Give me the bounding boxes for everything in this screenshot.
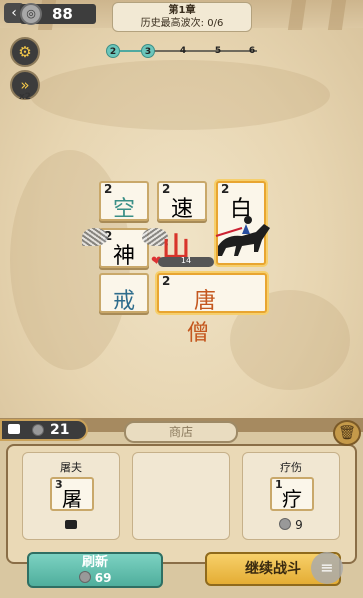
refresh-cost: 69: [29, 571, 161, 585]
ad-coin-counter[interactable]: 21: [0, 419, 88, 441]
slot-name: 屠夫: [60, 461, 82, 474]
shop-tab: 商店: [124, 421, 238, 443]
wave-node: 6: [248, 46, 256, 56]
speed-label: x2: [19, 92, 32, 102]
health-bar: 14: [158, 256, 214, 267]
coin-counter: ◎ 88: [20, 3, 96, 25]
ad-coin-value: 21: [50, 422, 70, 438]
coin-icon: ◎: [20, 3, 42, 25]
coin-value: 88: [52, 5, 73, 23]
wave-progress: 2 3 4 5 6: [105, 44, 265, 58]
wave-node: 3: [141, 44, 155, 58]
horse-rider-icon: [215, 216, 270, 256]
best-wave-text: 历史最高波次: 0/6: [140, 18, 224, 29]
shop-slot[interactable]: 疗伤 1 疗 9: [242, 452, 340, 540]
trash-icon[interactable]: 🗑: [333, 420, 361, 446]
wave-node: 4: [179, 46, 187, 56]
settings-gear-icon[interactable]: ⚙: [10, 37, 40, 67]
shop-slot[interactable]: 屠夫 3 屠: [22, 452, 120, 540]
hero-tile[interactable]: 2 空: [99, 181, 149, 222]
wing-icon: [82, 228, 108, 246]
hero-tile[interactable]: 2 速: [157, 181, 207, 222]
chapter-banner: 第1章 历史最高波次: 0/6: [112, 2, 252, 32]
slot-tile[interactable]: 1 疗: [270, 477, 314, 511]
wave-node: 5: [214, 46, 222, 56]
tile-character: 屠: [62, 487, 82, 511]
ground-texture: [30, 60, 330, 130]
refresh-button[interactable]: 刷新 69: [27, 552, 163, 588]
video-ad-icon: [8, 424, 20, 434]
coin-icon: [78, 571, 91, 583]
slot-price: 9: [243, 518, 339, 532]
wave-node: 2: [106, 44, 120, 58]
tile-character: 神: [112, 244, 135, 269]
tile-character: 速: [170, 197, 193, 222]
slot-price: [23, 518, 119, 532]
tile-character: 空: [112, 197, 135, 222]
chapter-title: 第1章: [168, 5, 196, 16]
shop-slot-empty: [132, 452, 230, 540]
tile-character: 戒: [112, 289, 135, 314]
slot-tile[interactable]: 3 屠: [50, 477, 94, 511]
refresh-label: 刷新: [81, 555, 108, 570]
coin-icon: [32, 424, 44, 436]
slot-name: 疗伤: [280, 461, 302, 474]
hero-tile[interactable]: 2 唐 僧: [157, 273, 267, 346]
tile-character: 疗: [282, 487, 302, 511]
menu-icon[interactable]: ≡: [311, 552, 343, 584]
refresh-cost-value: 69: [94, 571, 112, 585]
coin-icon: [279, 518, 292, 530]
price-value: 9: [295, 518, 303, 532]
video-ad-icon: [65, 520, 77, 529]
hero-tile[interactable]: 戒: [99, 273, 149, 314]
health-value: 14: [180, 256, 192, 265]
tile-character: 唐 僧: [186, 289, 244, 346]
